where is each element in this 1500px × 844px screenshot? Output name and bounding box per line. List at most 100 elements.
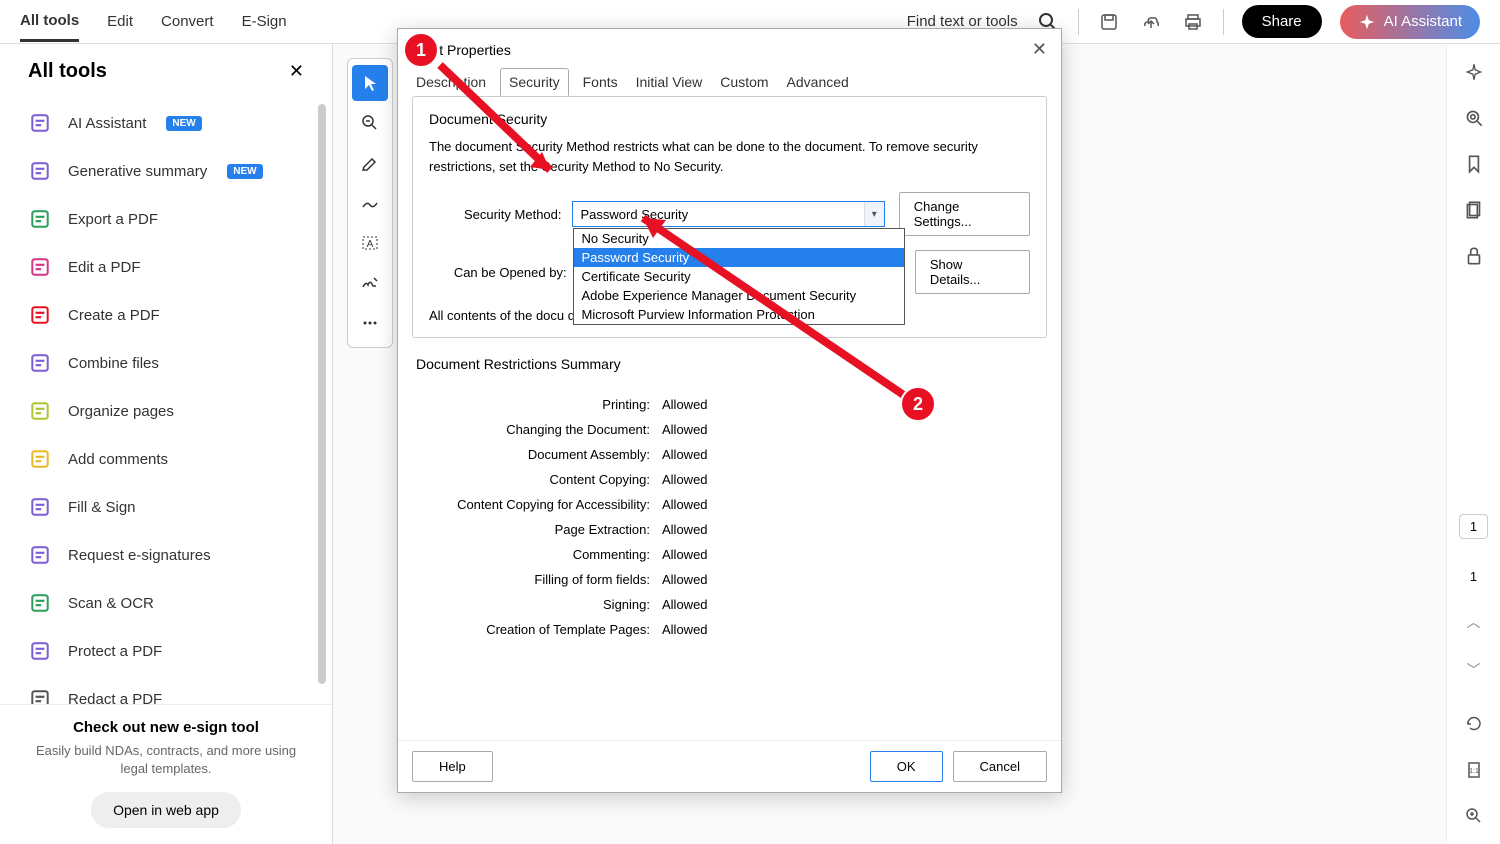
sidebar-item-label: Redact a PDF (68, 691, 162, 704)
protect-icon (28, 639, 52, 663)
help-button[interactable]: Help (412, 751, 493, 782)
sidebar-item-edit[interactable]: Edit a PDF (0, 243, 332, 291)
sidebar-item-comment[interactable]: Add comments (0, 435, 332, 483)
sidebar-item-label: Scan & OCR (68, 595, 154, 612)
draw-tool-icon[interactable] (352, 185, 388, 221)
request-icon (28, 543, 52, 567)
menu-esign[interactable]: E-Sign (242, 3, 287, 40)
sidebar-item-create[interactable]: Create a PDF (0, 291, 332, 339)
ai-assistant-button[interactable]: AI Assistant (1340, 5, 1480, 39)
restriction-value: Allowed (662, 622, 708, 637)
sidebar-item-protect[interactable]: Protect a PDF (0, 627, 332, 675)
sidebar-close-icon[interactable]: ✕ (289, 61, 304, 82)
page-up-icon[interactable]: ︿ (1467, 612, 1481, 632)
zoom-in-icon[interactable] (1462, 804, 1486, 828)
dialog-close-icon[interactable]: ✕ (1032, 39, 1047, 60)
page-view-icon[interactable]: 1:1 (1462, 758, 1486, 782)
pages-icon[interactable] (1462, 198, 1486, 222)
sidebar-item-label: Export a PDF (68, 211, 158, 228)
sidebar-item-combine[interactable]: Combine files (0, 339, 332, 387)
redact-icon (28, 687, 52, 704)
restriction-row: Signing:Allowed (452, 597, 1031, 612)
tab-custom[interactable]: Custom (716, 68, 772, 96)
restriction-label: Signing: (452, 597, 662, 612)
page-total: 1 (1470, 569, 1477, 584)
restriction-value: Allowed (662, 447, 708, 462)
menu-convert[interactable]: Convert (161, 3, 214, 40)
sidebar-item-label: Generative summary (68, 163, 207, 180)
restriction-value: Allowed (662, 472, 708, 487)
sidebar-item-redact[interactable]: Redact a PDF (0, 675, 332, 704)
tab-advanced[interactable]: Advanced (783, 68, 853, 96)
pointer-tool-icon[interactable] (352, 65, 388, 101)
restriction-label: Filling of form fields: (452, 572, 662, 587)
divider (1078, 9, 1079, 35)
tab-fonts[interactable]: Fonts (579, 68, 622, 96)
cancel-button[interactable]: Cancel (953, 751, 1047, 782)
security-method-label: Security Method: (429, 207, 572, 222)
sidebar-item-scan[interactable]: Scan & OCR (0, 579, 332, 627)
annotation-step-1: 1 (403, 32, 439, 68)
text-tool-icon[interactable]: A (352, 225, 388, 261)
sparkle-icon (28, 111, 52, 135)
menu-edit[interactable]: Edit (107, 3, 133, 40)
page-input[interactable]: 1 (1459, 514, 1488, 539)
divider (1223, 9, 1224, 35)
menu-all-tools[interactable]: All tools (20, 2, 79, 42)
sidebar-item-summary[interactable]: Generative summary NEW (0, 147, 332, 195)
ok-button[interactable]: OK (870, 751, 943, 782)
restriction-label: Page Extraction: (452, 522, 662, 537)
restriction-value: Allowed (662, 522, 708, 537)
sidebar-title: All tools (28, 60, 107, 83)
highlight-tool-icon[interactable] (352, 145, 388, 181)
restriction-label: Content Copying for Accessibility: (452, 497, 662, 512)
annotation-arrow-1 (430, 55, 570, 185)
ai-button-label: AI Assistant (1384, 13, 1462, 30)
restriction-value: Allowed (662, 547, 708, 562)
page-down-icon[interactable]: ﹀ (1467, 660, 1481, 680)
sidebar-footer-title: Check out new e-sign tool (28, 719, 304, 736)
vertical-tool-strip: A (347, 58, 393, 348)
sidebar-item-request[interactable]: Request e-signatures (0, 531, 332, 579)
sidebar-item-label: Fill & Sign (68, 499, 136, 516)
print-icon[interactable] (1181, 10, 1205, 34)
show-details-button[interactable]: Show Details... (915, 250, 1030, 294)
new-badge: NEW (227, 164, 262, 179)
scan-icon (28, 591, 52, 615)
restriction-label: Document Assembly: (452, 447, 662, 462)
signature-tool-icon[interactable] (352, 265, 388, 301)
tab-initial-view[interactable]: Initial View (632, 68, 707, 96)
sparkle-icon[interactable] (1462, 60, 1486, 84)
change-settings-button[interactable]: Change Settings... (899, 192, 1030, 236)
sidebar-item-label: Add comments (68, 451, 168, 468)
create-icon (28, 303, 52, 327)
rotate-icon[interactable] (1462, 712, 1486, 736)
open-webapp-button[interactable]: Open in web app (91, 792, 241, 828)
sidebar-item-export[interactable]: Export a PDF (0, 195, 332, 243)
sidebar-item-label: Create a PDF (68, 307, 160, 324)
sidebar-item-label: Edit a PDF (68, 259, 141, 276)
restriction-label: Content Copying: (452, 472, 662, 487)
upload-icon[interactable] (1139, 10, 1163, 34)
restriction-label: Creation of Template Pages: (452, 622, 662, 637)
sidebar-item-organize[interactable]: Organize pages (0, 387, 332, 435)
lock-icon[interactable] (1462, 244, 1486, 268)
share-button[interactable]: Share (1242, 5, 1322, 38)
sidebar: All tools ✕ AI AssistantNEWGenerative su… (0, 44, 333, 844)
zoom-tool-icon[interactable] (352, 105, 388, 141)
more-tools-icon[interactable] (352, 305, 388, 341)
search-rail-icon[interactable] (1462, 106, 1486, 130)
bookmark-icon[interactable] (1462, 152, 1486, 176)
sidebar-item-sparkle[interactable]: AI AssistantNEW (0, 99, 332, 147)
restriction-value: Allowed (662, 422, 708, 437)
restriction-label: Changing the Document: (452, 422, 662, 437)
restriction-row: Content Copying:Allowed (452, 472, 1031, 487)
restriction-row: Filling of form fields:Allowed (452, 572, 1031, 587)
summary-icon (28, 159, 52, 183)
sidebar-item-sign[interactable]: Fill & Sign (0, 483, 332, 531)
svg-text:1:1: 1:1 (1469, 768, 1479, 775)
sidebar-scrollbar[interactable] (318, 104, 326, 684)
sidebar-item-label: Request e-signatures (68, 547, 211, 564)
restriction-value: Allowed (662, 572, 708, 587)
save-icon[interactable] (1097, 10, 1121, 34)
